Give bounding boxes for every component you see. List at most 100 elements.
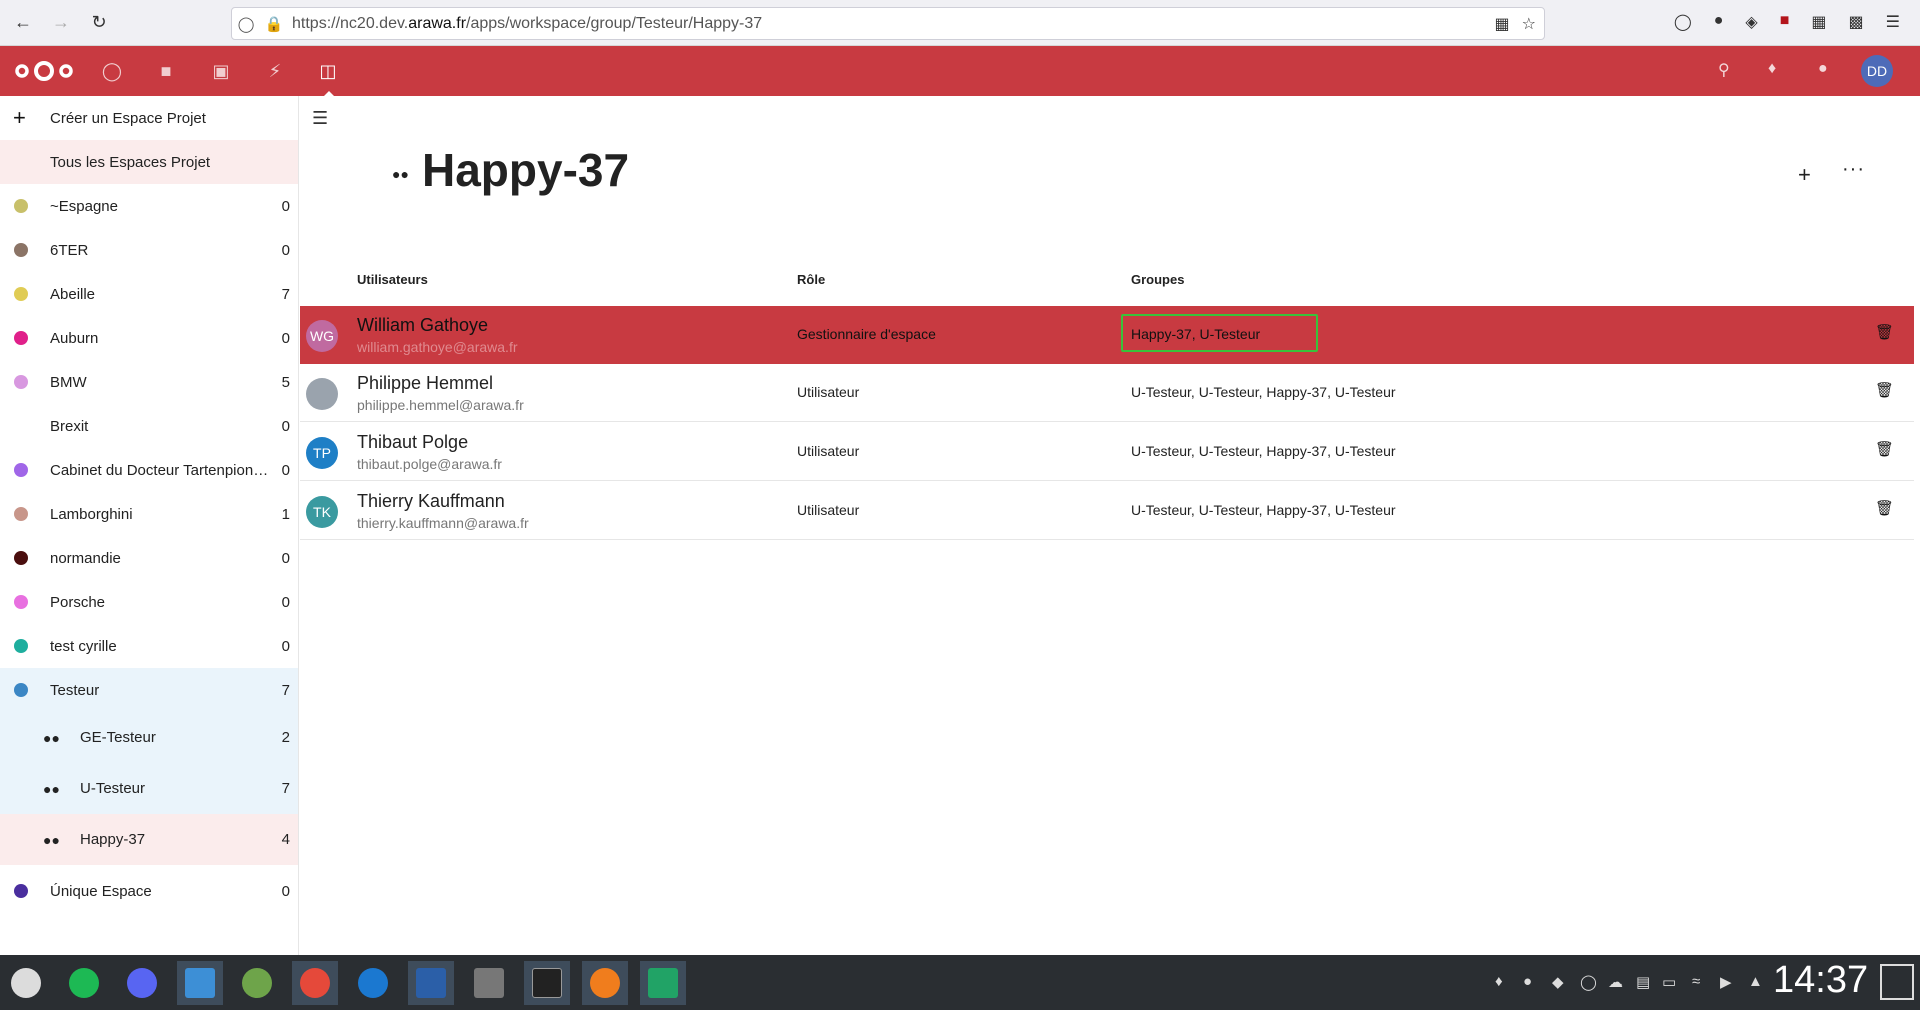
sidebar-subgroup-item[interactable]: ●● GE-Testeur 2 [0, 712, 298, 763]
tray-expand-icon[interactable]: ▲ [1748, 973, 1763, 990]
remote-desktop-icon[interactable] [408, 961, 454, 1005]
user-avatar[interactable]: DD [1861, 55, 1893, 87]
hamburger-menu-icon[interactable]: ☰ [312, 108, 328, 129]
user-role[interactable]: Gestionnaire d'espace [797, 326, 936, 342]
sidebar-item-space[interactable]: Porsche 0 [0, 580, 298, 624]
url-bar[interactable]: ◯ 🔒 https://nc20.dev.arawa.fr/apps/works… [231, 7, 1545, 40]
all-spaces-link[interactable]: Tous les Espaces Projet [0, 140, 298, 184]
table-row[interactable]: TP Thibaut Polge thibaut.polge@arawa.fr … [300, 423, 1914, 481]
forward-icon[interactable]: → [46, 8, 76, 38]
sidebar-item-space-testeur[interactable]: Testeur 7 [0, 668, 298, 712]
more-actions-icon[interactable]: ··· [1842, 158, 1865, 181]
sidebar-item-space[interactable]: normandie 0 [0, 536, 298, 580]
group-icon: ●● [43, 780, 60, 797]
sheets-icon[interactable] [640, 961, 686, 1005]
space-color-dot [14, 507, 28, 521]
user-groups[interactable]: U-Testeur, U-Testeur, Happy-37, U-Testeu… [1131, 502, 1396, 518]
workspace-icon[interactable]: ◫ [316, 59, 340, 96]
sidebar-item-space[interactable]: 6TER 0 [0, 228, 298, 272]
discord-icon[interactable] [119, 961, 165, 1005]
search-icon[interactable]: ⚲ [1718, 60, 1730, 80]
user-role[interactable]: Utilisateur [797, 502, 859, 518]
photos-icon[interactable]: ▣ [209, 59, 233, 83]
terminal-icon[interactable] [524, 961, 570, 1005]
sidebar-item-space[interactable]: Únique Espace 0 [0, 869, 298, 913]
trash-icon[interactable]: 🗑 [1875, 440, 1894, 458]
add-user-button[interactable]: + [1798, 162, 1811, 188]
notifications-icon[interactable]: ♦ [1768, 60, 1776, 78]
table-row[interactable]: Philippe Hemmel philippe.hemmel@arawa.fr… [300, 364, 1914, 422]
notification-bell-icon[interactable]: ♦ [1495, 973, 1503, 990]
ublock-icon[interactable]: ■ [1780, 12, 1790, 32]
show-desktop-button[interactable] [1880, 964, 1914, 1000]
bookmark-star-icon[interactable]: ☆ [1522, 14, 1536, 34]
tray-app-icon[interactable]: ◯ [1580, 973, 1597, 991]
pocket-icon[interactable]: ◯ [1674, 12, 1692, 32]
sidebar-item-space[interactable]: Cabinet du Docteur Tartenpion et ... 0 [0, 448, 298, 492]
chrome-icon[interactable] [292, 961, 338, 1005]
user-groups[interactable]: Happy-37, U-Testeur [1131, 326, 1260, 342]
avatar: WG [306, 320, 338, 352]
extension-icon[interactable]: ◈ [1745, 12, 1757, 32]
contacts-icon[interactable]: ● [1818, 60, 1828, 78]
table-row[interactable]: TK Thierry Kauffmann thierry.kauffmann@a… [300, 482, 1914, 540]
menu-icon[interactable]: ☰ [1886, 12, 1900, 32]
sidebar-item-space[interactable]: Lamborghini 1 [0, 492, 298, 536]
nextcloud-logo-icon[interactable] [12, 58, 76, 84]
user-name: William Gathoye [357, 315, 489, 335]
browser-toolbar: ← → ↻ ◯ 🔒 https://nc20.dev.arawa.fr/apps… [0, 0, 1920, 46]
files-icon[interactable]: ■ [154, 59, 178, 83]
clipboard-icon[interactable]: ▤ [1636, 973, 1650, 991]
tray-app-icon[interactable]: ● [1523, 973, 1532, 990]
user-email: philippe.hemmel@arawa.fr [357, 397, 524, 413]
table-row[interactable]: WG William Gathoye william.gathoye@arawa… [300, 306, 1914, 364]
url-text[interactable]: https://nc20.dev.arawa.fr/apps/workspace… [292, 15, 762, 33]
create-space-button[interactable]: + Créer un Espace Projet [0, 96, 298, 140]
trash-icon[interactable]: 🗑 [1875, 323, 1894, 341]
extension-icon[interactable]: ▦ [1811, 12, 1826, 32]
sidebar-subgroup-item-active[interactable]: ●● Happy-37 4 [0, 814, 298, 865]
trash-icon[interactable]: 🗑 [1875, 499, 1894, 517]
wifi-icon[interactable]: ≈ [1692, 973, 1700, 990]
cloud-sync-icon[interactable]: ☁ [1608, 973, 1623, 991]
tray-app-icon[interactable]: ◆ [1552, 973, 1564, 991]
app-launcher-icon[interactable] [3, 961, 49, 1005]
avatar: TK [306, 496, 338, 528]
firefox-icon[interactable] [582, 961, 628, 1005]
volume-icon[interactable]: ▶ [1720, 973, 1732, 991]
user-role[interactable]: Utilisateur [797, 443, 859, 459]
keepass-icon[interactable] [234, 961, 280, 1005]
calculator-icon[interactable] [466, 961, 512, 1005]
avatar [306, 378, 338, 410]
main-content: ☰ ●● Happy-37 + ··· Utilisateurs Rôle Gr… [300, 96, 1920, 955]
activity-icon[interactable]: ⚡ [263, 59, 287, 83]
user-name: Thibaut Polge [357, 432, 469, 452]
reload-icon[interactable]: ↻ [84, 8, 114, 38]
sidebar-item-space[interactable]: BMW 5 [0, 360, 298, 404]
sidebar-item-space[interactable]: test cyrille 0 [0, 624, 298, 668]
user-role[interactable]: Utilisateur [797, 384, 859, 400]
user-groups[interactable]: U-Testeur, U-Testeur, Happy-37, U-Testeu… [1131, 384, 1396, 400]
sidebar-item-space[interactable]: Brexit 0 [0, 404, 298, 448]
sidebar-item-space[interactable]: Abeille 7 [0, 272, 298, 316]
column-header-groups: Groupes [1131, 272, 1185, 287]
spotify-icon[interactable] [61, 961, 107, 1005]
clock[interactable]: 14:37 [1773, 959, 1868, 1002]
extension-icon[interactable]: ● [1714, 12, 1724, 32]
sidebar-item-space[interactable]: ~Espagne 0 [0, 184, 298, 228]
lock-icon[interactable]: 🔒 [260, 15, 288, 33]
apps-grid-icon[interactable]: ▩ [1849, 12, 1864, 32]
qr-icon[interactable]: ▦ [1495, 14, 1510, 34]
battery-icon[interactable]: ▭ [1662, 973, 1676, 991]
dashboard-icon[interactable]: ◯ [100, 59, 124, 83]
sidebar-subgroup-item[interactable]: ●● U-Testeur 7 [0, 763, 298, 814]
back-icon[interactable]: ← [8, 8, 38, 38]
file-manager-icon[interactable] [177, 961, 223, 1005]
sidebar-item-space[interactable]: Auburn 0 [0, 316, 298, 360]
page-title: Happy-37 [422, 144, 630, 196]
trash-icon[interactable]: 🗑 [1875, 381, 1894, 399]
user-groups[interactable]: U-Testeur, U-Testeur, Happy-37, U-Testeu… [1131, 443, 1396, 459]
shield-icon[interactable]: ◯ [232, 15, 260, 33]
thunderbird-icon[interactable] [350, 961, 396, 1005]
user-name: Thierry Kauffmann [357, 491, 505, 511]
